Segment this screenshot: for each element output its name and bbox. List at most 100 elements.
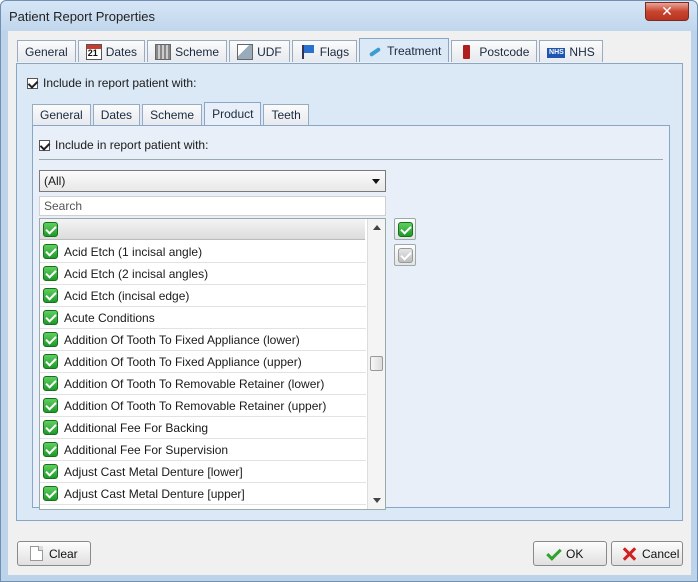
product-name: Addition Of Tooth To Removable Retainer … — [64, 376, 325, 391]
list-item[interactable]: Addition Of Tooth To Removable Retainer … — [40, 395, 366, 417]
close-button[interactable]: ✕ — [645, 2, 689, 21]
chevron-down-icon — [372, 179, 380, 184]
product-name: Additional Fee For Supervision — [64, 442, 229, 457]
search-input[interactable] — [39, 196, 386, 216]
ok-check-icon — [546, 547, 560, 561]
check-all-icon — [398, 222, 413, 237]
flag-icon — [300, 44, 316, 60]
list-item[interactable]: Addition Of Tooth To Fixed Appliance (up… — [40, 351, 366, 373]
select-all-check-icon[interactable] — [43, 222, 58, 237]
tab-inner-dates[interactable]: Dates — [92, 104, 141, 125]
product-rows: Acid Etch (1 incisal angle) Acid Etch (2 … — [40, 241, 366, 505]
calendar-icon — [85, 43, 102, 60]
tab-inner-general[interactable]: General — [32, 104, 91, 125]
uncheck-all-button[interactable] — [394, 244, 416, 266]
list-item[interactable]: Additional Fee For Supervision — [40, 439, 366, 461]
checked-icon[interactable] — [43, 420, 58, 435]
tab-udf[interactable]: UDF — [229, 40, 290, 62]
outer-tab-strip: General Dates Scheme UDF Flags Treatment — [17, 38, 605, 63]
clear-label: Clear — [49, 546, 78, 561]
inner-tab-strip: General Dates Scheme Product Teeth — [32, 102, 311, 126]
checked-icon[interactable] — [43, 486, 58, 501]
list-item[interactable]: Adjust Cast Metal Denture [upper] — [40, 483, 366, 505]
product-tab-panel: Include in report patient with: (All) Ac… — [32, 125, 670, 510]
tab-postcode[interactable]: Postcode — [451, 40, 538, 62]
outer-include-label: Include in report patient with: — [43, 76, 197, 90]
list-header-row — [40, 219, 365, 240]
product-name: Addition Of Tooth To Fixed Appliance (up… — [64, 354, 302, 369]
checked-icon[interactable] — [43, 376, 58, 391]
postcode-icon — [459, 44, 475, 60]
list-item[interactable]: Addition Of Tooth To Fixed Appliance (lo… — [40, 329, 366, 351]
cancel-button[interactable]: Cancel — [611, 541, 683, 566]
checked-icon[interactable] — [43, 398, 58, 413]
tab-dates[interactable]: Dates — [77, 40, 146, 62]
list-item[interactable]: Acid Etch (2 incisal angles) — [40, 263, 366, 285]
vertical-scrollbar[interactable] — [367, 219, 385, 509]
tab-label: Treatment — [387, 43, 442, 58]
checked-icon[interactable] — [43, 332, 58, 347]
checkbox-box[interactable] — [39, 139, 50, 151]
product-name: Addition Of Tooth To Removable Retainer … — [64, 398, 327, 413]
list-item[interactable]: Additional Fee For Backing — [40, 417, 366, 439]
tab-general[interactable]: General — [17, 40, 76, 62]
tab-label: Flags — [319, 44, 350, 59]
product-name: Adjust Cast Metal Denture [lower] — [64, 464, 243, 479]
ok-button[interactable]: OK — [533, 541, 607, 566]
tab-flags[interactable]: Flags — [291, 40, 358, 62]
tab-label: Scheme — [150, 108, 195, 122]
scroll-up-arrow-icon[interactable] — [373, 225, 381, 230]
tab-treatment[interactable]: Treatment — [359, 38, 450, 62]
checked-icon[interactable] — [43, 244, 58, 259]
dialog-window: Patient Report Properties ✕ General Date… — [0, 0, 698, 582]
product-name: Adjust Cast Metal Denture [upper] — [64, 486, 245, 501]
checked-icon[interactable] — [43, 288, 58, 303]
dropdown-value: (All) — [44, 174, 66, 188]
list-item[interactable]: Adjust Cast Metal Denture [lower] — [40, 461, 366, 483]
checked-icon[interactable] — [43, 464, 58, 479]
tab-label: Dates — [100, 108, 133, 122]
list-item[interactable]: Addition Of Tooth To Removable Retainer … — [40, 373, 366, 395]
list-item[interactable]: Acid Etch (1 incisal angle) — [40, 241, 366, 263]
tab-label: UDF — [257, 44, 282, 59]
list-item[interactable]: Acute Conditions — [40, 307, 366, 329]
title-bar[interactable]: Patient Report Properties ✕ — [1, 1, 697, 31]
product-name: Acid Etch (1 incisal angle) — [64, 244, 203, 259]
tab-label: Teeth — [271, 108, 301, 122]
tab-label: Dates — [105, 44, 138, 59]
tab-inner-product[interactable]: Product — [204, 102, 262, 125]
treatment-icon — [367, 43, 383, 59]
uncheck-all-icon — [398, 248, 413, 263]
checked-icon[interactable] — [43, 442, 58, 457]
product-list[interactable]: Acid Etch (1 incisal angle) Acid Etch (2 … — [39, 218, 386, 510]
inner-include-checkbox[interactable]: Include in report patient with: — [39, 138, 208, 152]
scheme-icon — [155, 43, 172, 60]
tab-inner-teeth[interactable]: Teeth — [263, 104, 309, 125]
inner-include-label: Include in report patient with: — [55, 138, 209, 152]
product-filter-dropdown[interactable]: (All) — [39, 170, 386, 192]
tab-label: NHS — [569, 44, 595, 59]
scrollbar-thumb[interactable] — [370, 356, 383, 371]
checkbox-box[interactable] — [27, 77, 38, 89]
tab-label: General — [25, 44, 68, 59]
tab-nhs[interactable]: NHS NHS — [539, 40, 603, 62]
check-all-button[interactable] — [394, 218, 416, 240]
checked-icon[interactable] — [43, 310, 58, 325]
tab-label: General — [40, 108, 83, 122]
list-item[interactable]: Acid Etch (incisal edge) — [40, 285, 366, 307]
tab-inner-scheme[interactable]: Scheme — [142, 104, 203, 125]
document-icon — [30, 546, 43, 561]
product-name: Additional Fee For Backing — [64, 420, 209, 435]
tab-label: Product — [212, 107, 254, 121]
clear-button[interactable]: Clear — [17, 541, 91, 566]
scroll-down-arrow-icon[interactable] — [373, 498, 381, 503]
udf-icon — [237, 43, 254, 60]
cancel-x-icon — [622, 547, 636, 561]
ok-label: OK — [566, 546, 584, 561]
tab-label: Postcode — [479, 44, 530, 59]
checked-icon[interactable] — [43, 354, 58, 369]
checked-icon[interactable] — [43, 266, 58, 281]
outer-include-checkbox[interactable]: Include in report patient with: — [27, 76, 196, 90]
treatment-tab-panel: Include in report patient with: General … — [16, 63, 683, 521]
tab-scheme[interactable]: Scheme — [147, 40, 228, 62]
